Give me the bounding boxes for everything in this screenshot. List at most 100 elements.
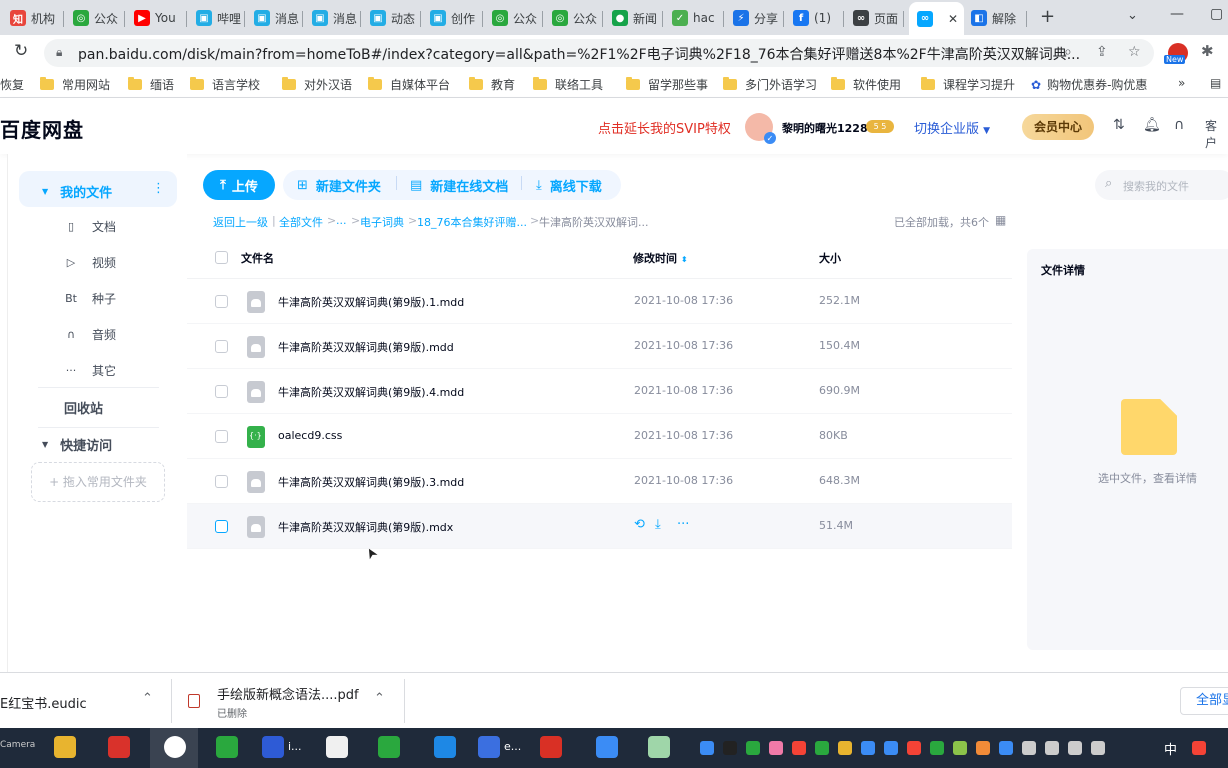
row-checkbox[interactable] xyxy=(215,520,228,533)
taskbar-app-icon[interactable] xyxy=(54,736,76,758)
browser-tab[interactable]: ◧ 解除 xyxy=(967,4,1027,32)
chevron-up-icon[interactable]: ⌃ xyxy=(374,691,385,706)
sidebar-item-more[interactable]: ··· 其它 xyxy=(64,362,116,379)
browser-tab[interactable]: ▣ 动态 xyxy=(366,4,421,32)
sidebar-item-document[interactable]: ▯ 文档 xyxy=(64,218,116,235)
column-size[interactable]: 大小 xyxy=(819,250,841,266)
breadcrumb-back[interactable]: 返回上一级 xyxy=(213,214,268,230)
browser-tab[interactable]: ∞ 页面 xyxy=(849,4,904,32)
bell-icon[interactable]: 🔔︎ xyxy=(1143,117,1161,133)
more-icon[interactable]: ··· xyxy=(677,517,689,532)
bookmark-item[interactable]: 多门外语学习 xyxy=(723,76,817,93)
sidebar-item-headphone[interactable]: ∩ 音频 xyxy=(64,326,116,343)
reload-icon[interactable]: ↻ xyxy=(14,41,28,61)
file-name[interactable]: 牛津高阶英汉双解词典(第9版).3.mdd xyxy=(278,474,464,490)
tray-icon[interactable] xyxy=(792,741,806,755)
app-logo[interactable]: 百度网盘 xyxy=(0,114,84,143)
avatar[interactable]: ✓ xyxy=(745,113,776,144)
bookmarks-overflow-icon[interactable]: » xyxy=(1178,76,1185,90)
table-row[interactable]: 牛津高阶英汉双解词典(第9版).1.mdd 2021-10-08 17:36 252… xyxy=(187,279,1012,324)
bookmark-item[interactable]: 课程学习提升 xyxy=(921,76,1015,93)
browser-tab[interactable]: ◎ 公众 xyxy=(69,4,125,32)
row-checkbox[interactable] xyxy=(215,385,228,398)
taskbar-app-icon[interactable] xyxy=(540,736,562,758)
browser-tab[interactable]: ∞ ✕ xyxy=(909,2,964,35)
tray-icon[interactable] xyxy=(1068,741,1082,755)
taskbar-app-icon[interactable] xyxy=(596,736,618,758)
search-input[interactable]: 搜索我的文件 xyxy=(1123,178,1189,194)
row-checkbox[interactable] xyxy=(215,295,228,308)
taskbar-app-icon[interactable] xyxy=(262,736,284,758)
upload-button[interactable]: ⤒ 上传 xyxy=(203,170,275,200)
tray-icon[interactable] xyxy=(1022,741,1036,755)
bookmark-item[interactable]: 软件使用 xyxy=(831,76,901,93)
file-name[interactable]: 牛津高阶英汉双解词典(第9版).mdx xyxy=(278,519,453,535)
table-row[interactable]: 牛津高阶英汉双解词典(第9版).mdd 2021-10-08 17:36 150.4… xyxy=(187,324,1012,369)
tray-icon[interactable] xyxy=(746,741,760,755)
download-item-1[interactable]: E红宝书.eudic xyxy=(0,693,87,712)
browser-tab[interactable]: 知机构 xyxy=(6,4,64,32)
column-name[interactable]: 文件名 xyxy=(241,250,274,266)
breadcrumb-collection[interactable]: 18_76本合集好评赠... xyxy=(417,214,527,230)
taskbar-app-icon[interactable] xyxy=(478,736,500,758)
row-checkbox[interactable] xyxy=(215,340,228,353)
file-name[interactable]: 牛津高阶英汉双解词典(第9版).1.mdd xyxy=(278,294,464,310)
url-text[interactable]: pan.baidu.com/disk/main?from=homeToB#/in… xyxy=(78,44,1080,64)
browser-tab[interactable]: ▶ You xyxy=(130,4,187,32)
kebab-icon[interactable]: ⋮ xyxy=(152,181,165,196)
taskbar-app-icon[interactable] xyxy=(216,736,238,758)
taskbar-app-icon[interactable] xyxy=(378,736,400,758)
omnibox[interactable]: 🔒︎ pan.baidu.com/disk/main?from=homeToB#… xyxy=(44,39,1154,67)
minimize-icon[interactable]: — xyxy=(1170,6,1184,22)
camera-app[interactable]: Camera xyxy=(0,740,35,750)
browser-tab[interactable]: ✓ hac xyxy=(668,4,724,32)
column-time[interactable]: 修改时间 ⬍ xyxy=(633,250,688,266)
row-checkbox[interactable] xyxy=(215,475,228,488)
zoom-icon[interactable]: ⌕ xyxy=(1064,44,1072,60)
sidebar-item-torrent[interactable]: Bt 种子 xyxy=(64,290,116,307)
table-row[interactable]: 牛津高阶英汉双解词典(第9版).4.mdd 2021-10-08 17:36 690… xyxy=(187,369,1012,414)
table-row[interactable]: oalecd9.css 2021-10-08 17:36 80KB xyxy=(187,414,1012,459)
search-box[interactable]: ⌕ 搜索我的文件 xyxy=(1095,170,1228,200)
download-item-2-name[interactable]: 手绘版新概念语法....pdf xyxy=(217,684,359,703)
tab-search-icon[interactable]: ⌄ xyxy=(1127,8,1138,23)
browser-tab[interactable]: ◎ 公众 xyxy=(548,4,603,32)
extensions-icon[interactable]: ✱ xyxy=(1201,42,1214,60)
file-name[interactable]: 牛津高阶英汉双解词典(第9版).4.mdd xyxy=(278,384,464,400)
taskbar-app-icon[interactable] xyxy=(326,736,348,758)
sogou-icon[interactable] xyxy=(1192,741,1206,755)
tray-icon[interactable] xyxy=(999,741,1013,755)
tray-icon[interactable] xyxy=(723,741,737,755)
sidebar-item-video[interactable]: ▷ 视频 xyxy=(64,254,116,271)
browser-tab[interactable]: ● 新闻 xyxy=(608,4,663,32)
show-all-button[interactable]: 全部显 xyxy=(1180,687,1228,715)
row-checkbox[interactable] xyxy=(215,430,228,443)
client-link[interactable]: 客户 xyxy=(1205,117,1228,151)
my-files-row[interactable]: ▼ 我的文件 xyxy=(42,182,112,201)
new-folder-button[interactable]: ⊞ 新建文件夹 xyxy=(297,170,381,200)
bookmark-item[interactable]: 缅语 xyxy=(128,76,174,93)
tray-icon[interactable] xyxy=(815,741,829,755)
bookmark-item[interactable]: 恢复 xyxy=(0,76,24,93)
chevron-up-icon[interactable]: ⌃ xyxy=(142,691,153,706)
taskbar-app-icon[interactable] xyxy=(648,736,670,758)
reading-list-icon[interactable]: ▤ xyxy=(1210,76,1221,90)
drag-folder-dropzone[interactable]: + 拖入常用文件夹 xyxy=(31,462,165,502)
taskbar-app-icon[interactable] xyxy=(434,736,456,758)
browser-tab[interactable]: ▣ 创作 xyxy=(426,4,483,32)
grid-view-icon[interactable]: ▦ xyxy=(995,213,1006,227)
browser-tab[interactable]: ⚡ 分享 xyxy=(729,4,784,32)
browser-tab[interactable]: ◎ 公众 xyxy=(488,4,543,32)
tray-icon[interactable] xyxy=(907,741,921,755)
browser-tab[interactable]: ▣ 消息 xyxy=(250,4,303,32)
bookmark-item[interactable]: 常用网站 xyxy=(40,76,110,93)
tray-icon[interactable] xyxy=(700,741,714,755)
bookmark-item[interactable]: 对外汉语 xyxy=(282,76,352,93)
tray-icon[interactable] xyxy=(953,741,967,755)
tray-icon[interactable] xyxy=(861,741,875,755)
bookmark-item[interactable]: 教育 xyxy=(469,76,515,93)
transfer-icon[interactable]: ⇅ xyxy=(1113,117,1125,133)
browser-tab[interactable]: ▣ 哔哩 xyxy=(192,4,245,32)
table-row[interactable]: 牛津高阶英汉双解词典(第9版).3.mdd 2021-10-08 17:36 648… xyxy=(187,459,1012,504)
tray-icon[interactable] xyxy=(1091,741,1105,755)
